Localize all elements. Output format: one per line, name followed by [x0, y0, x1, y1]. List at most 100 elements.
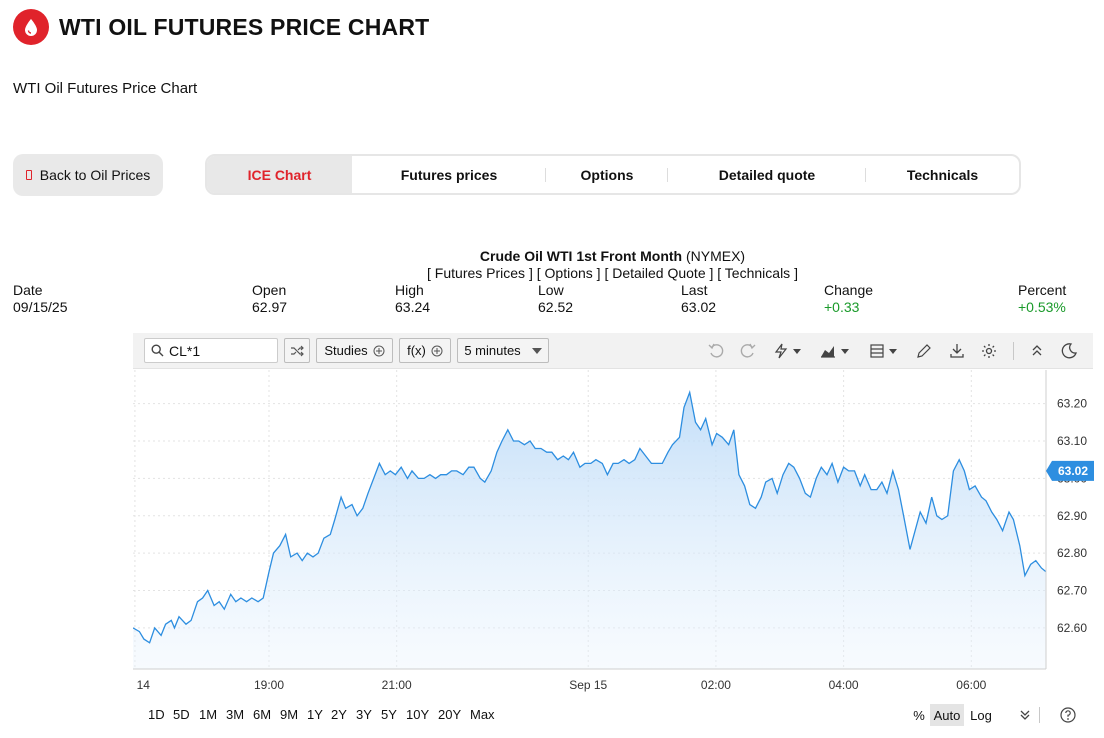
chart-type-icon: [821, 346, 849, 358]
range-5d[interactable]: 5D: [173, 707, 190, 722]
last-price-marker: 63.02: [1046, 460, 1094, 481]
range-2y[interactable]: 2Y: [331, 707, 347, 722]
function-button[interactable]: f(x): [399, 338, 451, 363]
percent-scale-button[interactable]: %: [911, 704, 927, 726]
quote-title: Crude Oil WTI 1st Front Month (NYMEX): [0, 248, 1104, 264]
undo-button[interactable]: [706, 341, 726, 361]
redo-button[interactable]: [738, 341, 758, 361]
back-icon: [25, 170, 32, 180]
drawing-tools-button[interactable]: [773, 341, 805, 361]
double-chevron-down-icon: [1020, 710, 1030, 720]
link-options[interactable]: [ Options ]: [537, 265, 601, 281]
dark-mode-button[interactable]: [1059, 341, 1079, 361]
quote-change: Change +0.33: [824, 282, 873, 316]
instrument-name: Crude Oil WTI 1st Front Month: [479, 248, 683, 264]
shuffle-icon: [291, 345, 304, 356]
range-9m[interactable]: 9M: [280, 707, 298, 722]
x-tick-label: 06:00: [956, 678, 986, 692]
auto-scale-button[interactable]: Auto: [930, 704, 964, 726]
tab-label: ICE Chart: [247, 166, 312, 183]
chart-type-button[interactable]: [819, 341, 853, 361]
quote-label: Last: [681, 282, 708, 298]
back-to-oil-prices-button[interactable]: Back to Oil Prices: [13, 154, 163, 196]
quote-label: Date: [13, 282, 43, 298]
chevron-down-icon: [531, 347, 542, 354]
quote-value: 62.52: [538, 299, 574, 315]
oil-drop-logo-icon: [13, 9, 49, 45]
chart-canvas[interactable]: 62.6062.7062.8062.9063.0063.1063.20ep 14…: [120, 370, 1104, 700]
quote-value: +0.53%: [1018, 299, 1066, 315]
x-tick-label: 19:00: [254, 678, 284, 692]
log-scale-button[interactable]: Log: [966, 704, 996, 726]
tab-label: Options: [580, 166, 634, 183]
y-tick-label: 62.90: [1057, 509, 1087, 523]
download-button[interactable]: [947, 341, 967, 361]
tab-label: Detailed quote: [718, 166, 816, 183]
help-button[interactable]: [1059, 704, 1077, 726]
quote-value: +0.33: [824, 299, 860, 315]
range-1m[interactable]: 1M: [199, 707, 217, 722]
page-header: WTI OIL FUTURES PRICE CHART: [13, 9, 429, 45]
studies-button[interactable]: Studies: [316, 338, 393, 363]
tab-detailed-quote[interactable]: Detailed quote: [668, 156, 866, 193]
expand-button[interactable]: [1017, 704, 1033, 726]
redo-icon: [740, 343, 756, 358]
symbol-input[interactable]: [144, 338, 278, 363]
help-icon: [1060, 707, 1076, 723]
price-area: [133, 392, 1046, 669]
layout-button[interactable]: [869, 341, 901, 361]
range-20y[interactable]: 20Y: [438, 707, 461, 722]
plus-circle-icon: [431, 345, 443, 356]
y-tick-label: 62.70: [1057, 584, 1087, 598]
quote-percent: Percent +0.53%: [1018, 282, 1066, 316]
compare-button[interactable]: [284, 338, 310, 363]
toolbar-divider: [1013, 342, 1014, 360]
quote-value: 63.24: [395, 299, 431, 315]
layout-icon: [870, 344, 897, 358]
quote-open: Open 62.97: [252, 282, 287, 316]
quote-label: Low: [538, 282, 564, 298]
tab-ice-chart[interactable]: ICE Chart: [207, 156, 352, 193]
bottom-divider: [1039, 707, 1040, 723]
y-tick-label: 62.80: [1057, 546, 1087, 560]
y-tick-label: 63.20: [1057, 397, 1087, 411]
quote-label: Change: [824, 282, 874, 298]
plus-circle-icon: [373, 345, 385, 356]
range-10y[interactable]: 10Y: [406, 707, 429, 722]
range-max[interactable]: Max: [470, 707, 495, 722]
range-1y[interactable]: 1Y: [307, 707, 323, 722]
tab-options[interactable]: Options: [546, 156, 668, 193]
settings-icon: [982, 344, 996, 358]
pencil-icon: [917, 344, 931, 358]
tab-technicals[interactable]: Technicals: [866, 156, 1019, 193]
tab-label: Technicals: [906, 166, 979, 183]
range-3m[interactable]: 3M: [226, 707, 244, 722]
last-price-label: 63.02: [1058, 464, 1088, 478]
quote-value: 62.97: [252, 299, 288, 315]
range-1d[interactable]: 1D: [148, 707, 165, 722]
page-title: WTI OIL FUTURES PRICE CHART: [59, 13, 430, 40]
settings-button[interactable]: [979, 341, 999, 361]
quote-date: Date 09/15/25: [13, 282, 68, 316]
x-tick-label: 21:00: [382, 678, 412, 692]
link-detailed-quote[interactable]: [ Detailed Quote ]: [604, 265, 713, 281]
undo-icon: [708, 343, 724, 358]
studies-label: Studies: [324, 343, 368, 358]
range-3y[interactable]: 3Y: [356, 707, 372, 722]
draw-button[interactable]: [914, 341, 934, 361]
range-6m[interactable]: 6M: [253, 707, 271, 722]
interval-label: 5 minutes: [464, 343, 521, 358]
range-5y[interactable]: 5Y: [381, 707, 397, 722]
x-tick-label: Sep 15: [569, 678, 607, 692]
link-futures-prices[interactable]: [ Futures Prices ]: [427, 265, 533, 281]
y-tick-label: 63.10: [1057, 434, 1087, 448]
y-tick-label: 62.60: [1057, 621, 1087, 635]
x-tick-label: 02:00: [701, 678, 731, 692]
link-technicals[interactable]: [ Technicals ]: [717, 265, 798, 281]
price-chart[interactable]: 62.6062.7062.8062.9063.0063.1063.20ep 14…: [120, 370, 1104, 700]
tab-futures-prices[interactable]: Futures prices: [352, 156, 546, 193]
collapse-button[interactable]: [1027, 341, 1047, 361]
dark-mode-icon: [1061, 343, 1077, 359]
quote-last: Last 63.02: [681, 282, 716, 316]
interval-select[interactable]: 5 minutes: [457, 338, 549, 363]
